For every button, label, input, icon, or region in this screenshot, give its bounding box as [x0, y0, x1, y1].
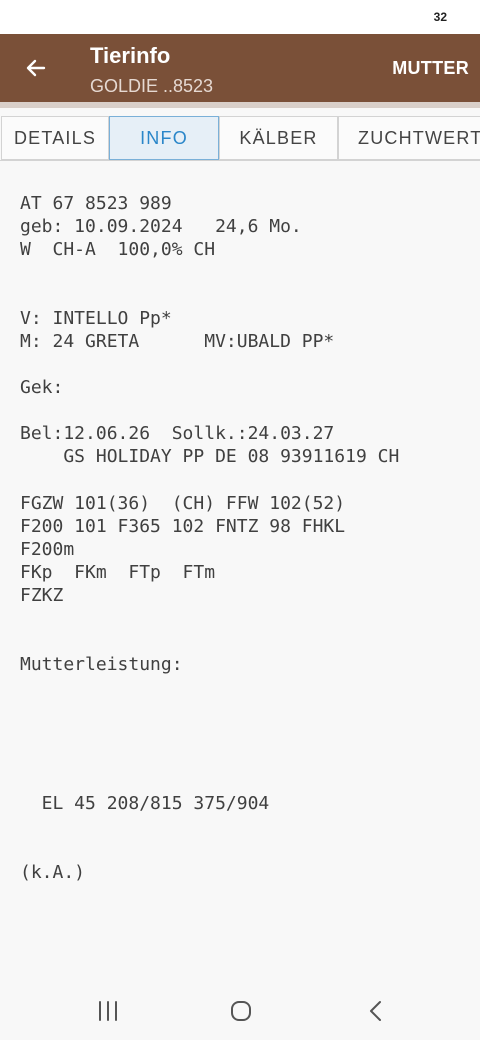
status-bar: 16:22 ▂▄▆ 32: [0, 0, 480, 34]
system-nav-bar: [0, 982, 480, 1040]
tab-kaelber-label: KÄLBER: [239, 127, 318, 148]
status-time: 16:22: [30, 9, 68, 26]
info-line: F200m: [20, 539, 75, 560]
tab-kaelber[interactable]: KÄLBER: [219, 116, 338, 160]
info-line: M: 24 GRETA MV:UBALD PP*: [20, 331, 335, 352]
tab-divider: [0, 160, 480, 161]
info-line: GS HOLIDAY PP DE 08 93911619 CH: [20, 446, 400, 467]
tab-details-label: DETAILS: [13, 127, 97, 148]
info-line: Gek:: [20, 377, 64, 398]
info-line: Bel:12.06.26 Sollk.:24.03.27: [20, 423, 335, 444]
animal-subtitle: GOLDIE ..8523: [90, 76, 214, 96]
info-line: Mutterleistung:: [20, 654, 183, 675]
recents-button[interactable]: [88, 996, 128, 1026]
info-line: FZKZ: [20, 585, 64, 606]
tab-info-label: INFO: [140, 127, 188, 148]
app-bar: Tierinfo GOLDIE ..8523 MUTTER: [0, 34, 480, 102]
info-line: V: INTELLO Pp*: [20, 308, 172, 329]
info-line: AT 67 8523 989: [20, 193, 172, 214]
info-line: FKp FKm FTp FTm: [20, 562, 216, 583]
info-line: (k.A.): [20, 862, 86, 883]
tab-details[interactable]: DETAILS: [1, 116, 109, 160]
arrow-left-icon: [26, 59, 46, 77]
tab-bar: DETAILS INFO KÄLBER ZUCHTWERT: [0, 115, 480, 161]
status-right: ▂▄▆ 32: [393, 9, 450, 25]
page-title: Tierinfo: [90, 43, 171, 68]
info-line: EL 45 208/815 375/904: [20, 793, 270, 814]
tab-info[interactable]: INFO: [109, 116, 219, 160]
recents-icon: [99, 1001, 117, 1021]
mutter-button[interactable]: MUTTER: [392, 58, 469, 79]
info-line: FGZW 101(36) (CH) FFW 102(52): [20, 493, 346, 514]
back-button[interactable]: [14, 46, 58, 90]
tab-zuchtwert[interactable]: ZUCHTWERT: [338, 116, 480, 160]
back-triangle-icon: [370, 1001, 381, 1021]
app-bar-divider: [0, 102, 480, 108]
tab-zuchtwert-label: ZUCHTWERT: [358, 127, 480, 148]
info-line: F200 101 F365 102 FNTZ 98 FHKL: [20, 516, 346, 537]
battery-level: 32: [430, 9, 450, 25]
signal-icon: ▂▄▆: [393, 9, 423, 24]
home-button[interactable]: [221, 996, 261, 1026]
home-icon: [231, 1001, 251, 1021]
system-back-button[interactable]: [356, 996, 396, 1026]
info-line: W CH-A 100,0% CH: [20, 239, 216, 260]
info-line: geb: 10.09.2024 24,6 Mo.: [20, 216, 302, 237]
